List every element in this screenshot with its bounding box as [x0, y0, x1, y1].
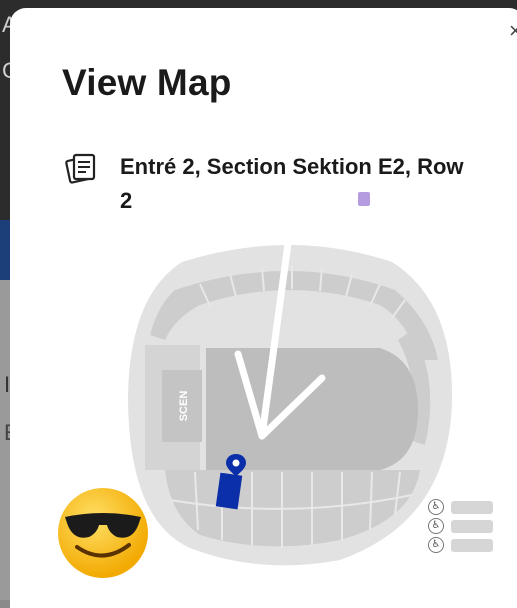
legend-bar	[451, 538, 493, 552]
legend-item: ♿	[428, 499, 493, 515]
stage-label: SCEN	[178, 391, 190, 422]
selected-section	[215, 472, 243, 510]
legend-bar	[451, 500, 493, 514]
wheelchair-icon: ♿	[428, 499, 444, 515]
legend-item: ♿	[428, 518, 493, 534]
wheelchair-icon: ♿	[428, 518, 444, 534]
sunglasses-emoji	[58, 488, 148, 578]
wheelchair-icon: ♿	[428, 537, 444, 553]
floor-area	[206, 348, 418, 470]
legend-bar	[451, 519, 493, 533]
legend-item: ♿	[428, 537, 493, 553]
